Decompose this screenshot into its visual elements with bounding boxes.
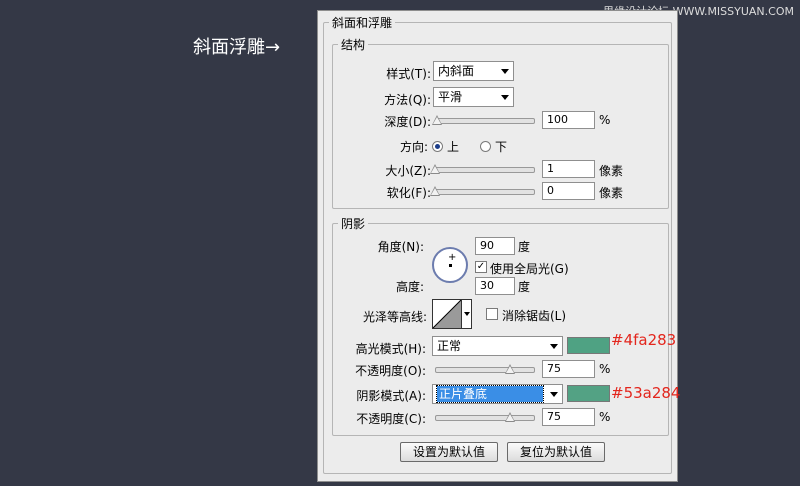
chevron-down-icon	[464, 312, 470, 316]
angle-dial[interactable]: +	[432, 247, 468, 283]
direction-up-radio[interactable]	[432, 141, 443, 152]
altitude-input[interactable]: 30	[475, 277, 515, 295]
shadow-color-swatch[interactable]	[567, 385, 610, 402]
altitude-unit: 度	[518, 280, 531, 294]
shadow-mode-value: 正片叠底	[436, 385, 544, 403]
make-default-button[interactable]: 设置为默认值	[400, 442, 498, 462]
slider-thumb[interactable]	[430, 164, 440, 174]
global-light-label: 使用全局光(G)	[490, 262, 569, 276]
anti-alias-label: 消除锯齿(L)	[502, 309, 567, 323]
technique-value: 平滑	[438, 90, 463, 104]
slider-track	[435, 367, 535, 373]
shadow-opacity-unit: %	[599, 410, 611, 424]
highlight-mode-label: 高光模式(H):	[355, 342, 426, 356]
global-light-checkbox[interactable]: ✓	[475, 261, 487, 273]
angle-unit: 度	[518, 240, 531, 254]
shadow-color-annotation: #53a284	[611, 384, 681, 402]
size-unit: 像素	[599, 164, 624, 178]
chevron-down-icon	[501, 95, 509, 100]
style-label: 样式(T):	[386, 67, 431, 81]
shadow-opacity-slider[interactable]	[435, 412, 535, 424]
shading-legend: 阴影	[341, 217, 366, 231]
shadow-opacity-input[interactable]: 75	[542, 408, 595, 426]
highlight-mode-value: 正常	[437, 339, 462, 353]
chevron-down-icon	[501, 69, 509, 74]
technique-select[interactable]: 平滑	[433, 87, 514, 107]
structure-legend: 结构	[341, 38, 366, 52]
contour-curve-icon	[432, 299, 462, 329]
depth-label: 深度(D):	[384, 115, 431, 129]
altitude-label: 高度:	[395, 280, 424, 294]
slider-thumb[interactable]	[432, 115, 442, 125]
highlight-color-annotation: #4fa283	[611, 331, 677, 349]
direction-up-label: 上	[447, 140, 460, 154]
bevel-emboss-dialog: 斜面和浮雕 结构 样式(T): 内斜面 方法(Q): 平滑 深度(D): 100…	[317, 10, 681, 482]
slider-track	[435, 189, 535, 195]
highlight-opacity-slider[interactable]	[435, 364, 535, 376]
slider-track	[435, 415, 535, 421]
gloss-contour-label: 光泽等高线:	[362, 310, 427, 324]
direction-down-radio[interactable]	[480, 141, 491, 152]
chevron-down-icon	[550, 392, 558, 397]
slider-thumb[interactable]	[505, 412, 515, 422]
depth-unit: %	[599, 113, 611, 127]
crosshair-icon: +	[448, 252, 457, 263]
technique-label: 方法(Q):	[384, 93, 431, 107]
angle-label: 角度(N):	[377, 240, 424, 254]
direction-down-label: 下	[495, 140, 508, 154]
highlight-opacity-input[interactable]: 75	[542, 360, 595, 378]
side-label: 斜面浮雕→	[193, 37, 281, 58]
style-value: 内斜面	[438, 64, 475, 78]
dialog-title: 斜面和浮雕	[332, 16, 393, 30]
soften-label: 软化(F):	[386, 186, 431, 200]
depth-input[interactable]: 100	[542, 111, 595, 129]
style-select[interactable]: 内斜面	[433, 61, 514, 81]
slider-thumb[interactable]	[430, 186, 440, 196]
shadow-mode-select[interactable]: 正片叠底	[432, 384, 563, 404]
depth-slider[interactable]	[432, 115, 535, 127]
size-slider[interactable]	[430, 164, 535, 176]
anti-alias-checkbox[interactable]	[486, 308, 498, 320]
direction-label: 方向:	[399, 140, 428, 154]
slider-track	[435, 167, 535, 173]
shadow-mode-label: 阴影模式(A):	[356, 389, 426, 403]
shadow-opacity-label: 不透明度(C):	[356, 412, 426, 426]
soften-slider[interactable]	[430, 186, 535, 198]
size-label: 大小(Z):	[385, 164, 431, 178]
highlight-color-swatch[interactable]	[567, 337, 610, 354]
angle-center	[449, 264, 452, 267]
soften-unit: 像素	[599, 186, 624, 200]
size-input[interactable]: 1	[542, 160, 595, 178]
chevron-down-icon	[550, 344, 558, 349]
highlight-mode-select[interactable]: 正常	[432, 336, 563, 356]
reset-default-button[interactable]: 复位为默认值	[507, 442, 605, 462]
gloss-contour-dropdown[interactable]	[462, 299, 472, 329]
highlight-opacity-label: 不透明度(O):	[355, 364, 426, 378]
slider-track	[435, 118, 535, 124]
gloss-contour-picker[interactable]	[432, 299, 462, 329]
soften-input[interactable]: 0	[542, 182, 595, 200]
angle-input[interactable]: 90	[475, 237, 515, 255]
slider-thumb[interactable]	[505, 364, 515, 374]
highlight-opacity-unit: %	[599, 362, 611, 376]
